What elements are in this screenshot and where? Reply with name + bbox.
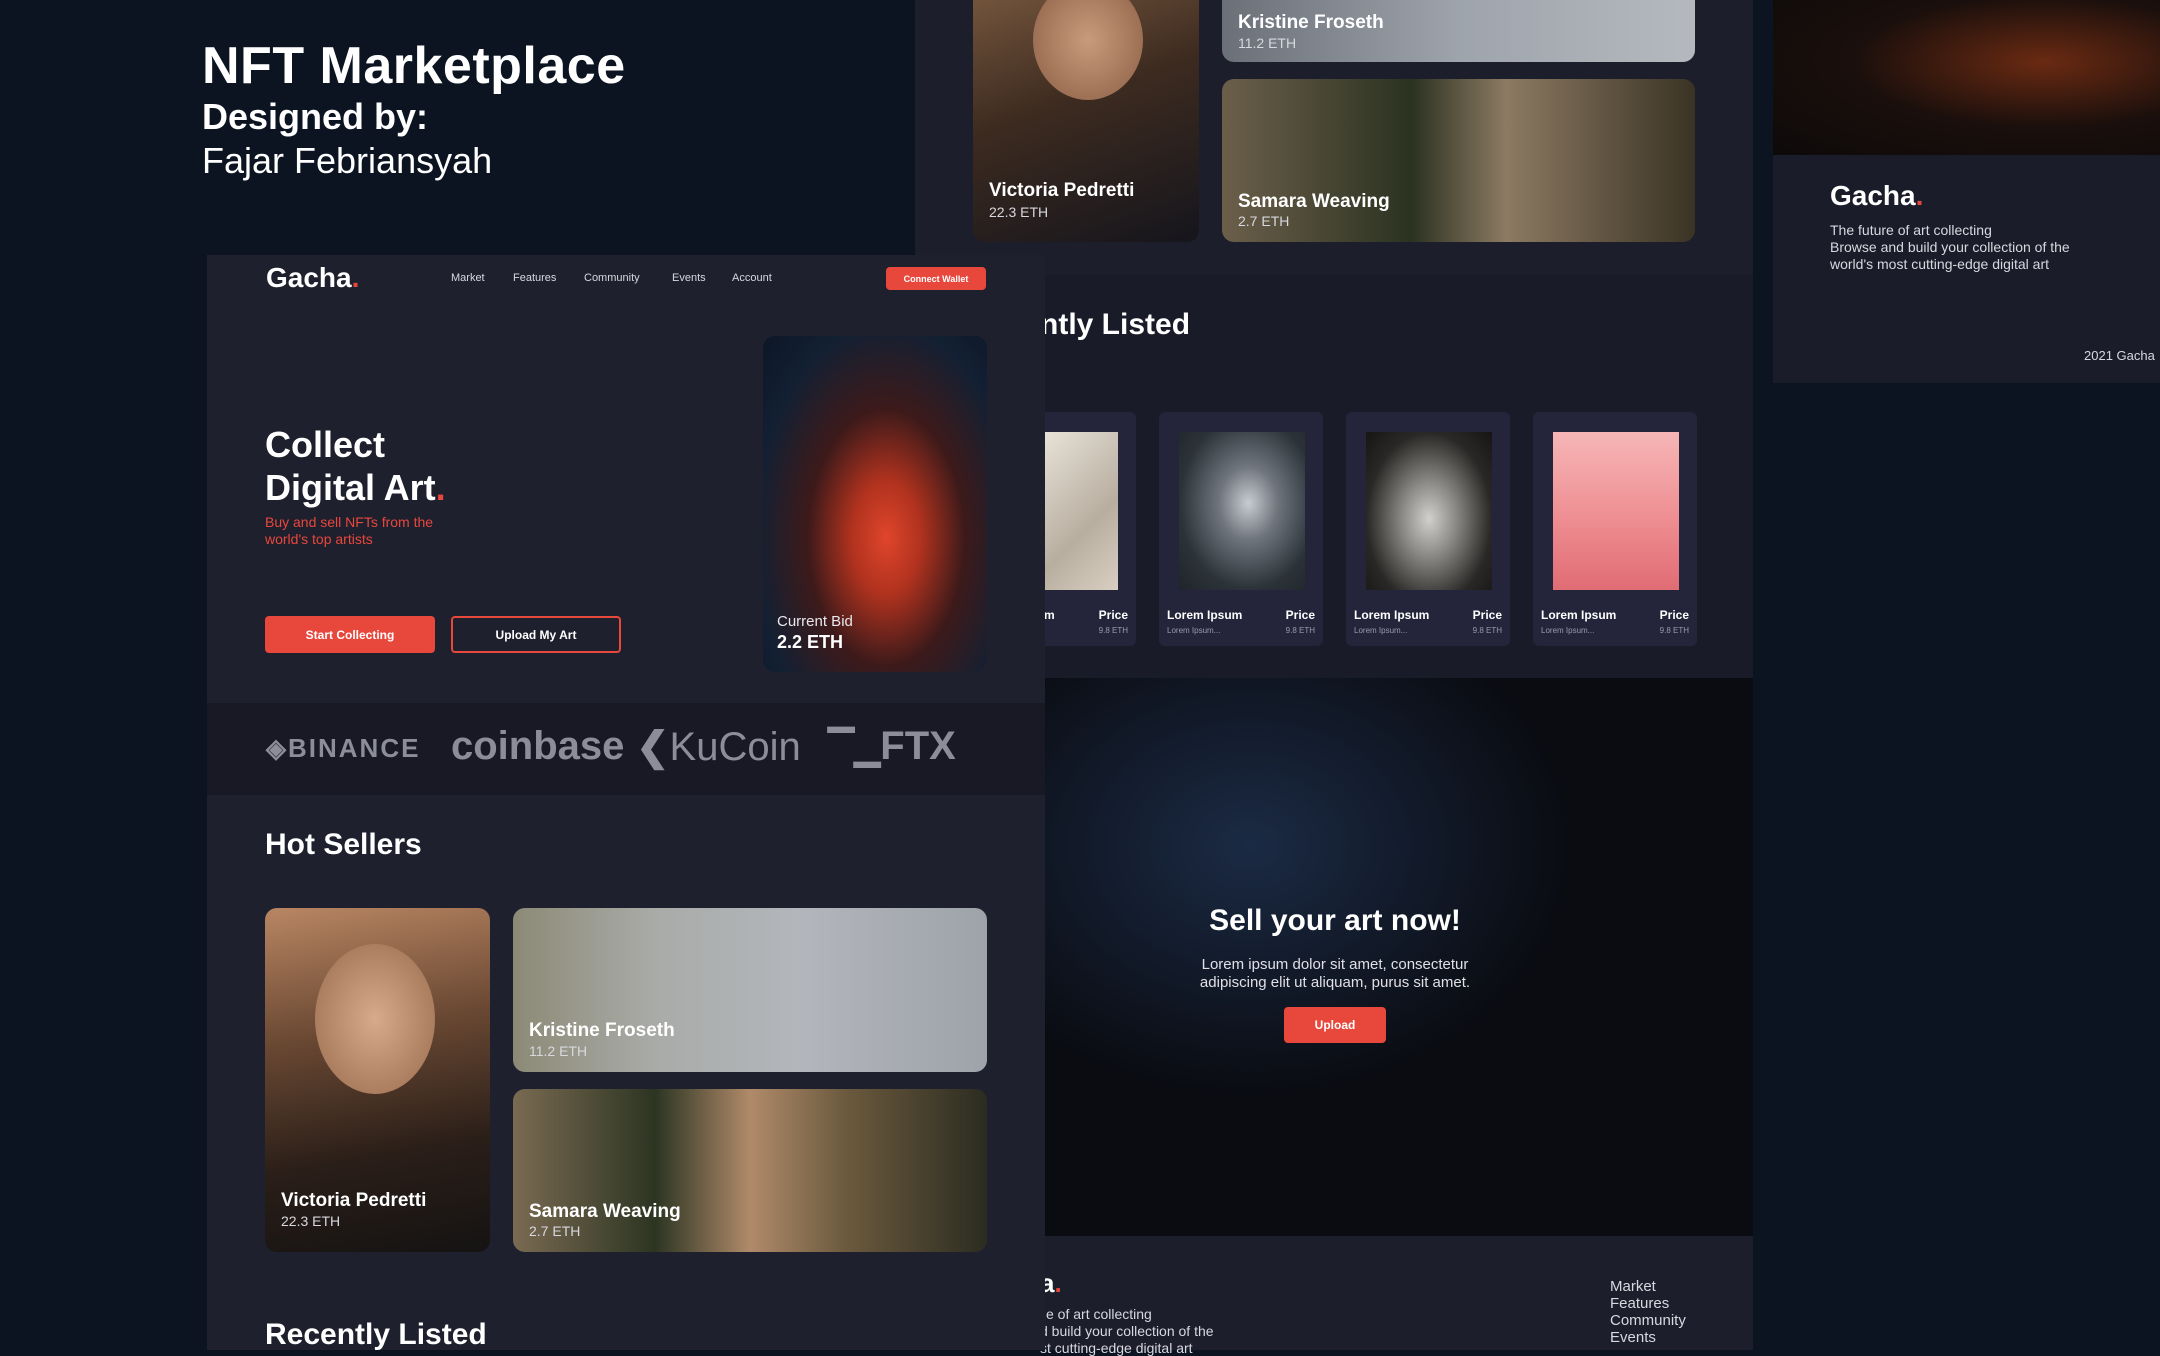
ftx-logo: ▔▁FTX	[828, 724, 956, 768]
author-name: Fajar Febriansyah	[202, 140, 493, 181]
hero-subtitle: Buy and sell NFTs from the world's top a…	[265, 514, 434, 547]
kucoin-icon: ❮	[636, 725, 670, 769]
listing-name: Lorem Ipsum	[1167, 608, 1243, 622]
listing-sub: Lorem Ipsum...	[1354, 626, 1408, 635]
listing-name: m	[1044, 608, 1055, 622]
hot-seller-card[interactable]: Victoria Pedretti 22.3 ETH	[265, 908, 490, 1252]
nav-community[interactable]: Community	[584, 272, 640, 284]
hot-seller-card[interactable]: Kristine Froseth 11.2 ETH	[513, 908, 987, 1072]
footer-line-3: st cutting-edge digital art	[1040, 1340, 1193, 1356]
listing-price: 9.8 ETH	[1659, 626, 1689, 635]
ftx-icon: ▔▁	[828, 729, 881, 767]
hot-seller-card-top-3[interactable]: Samara Weaving 2.7 ETH	[1222, 79, 1695, 242]
hot-seller-name: Kristine Froseth	[1238, 12, 1384, 33]
upload-my-art-button[interactable]: Upload My Art	[451, 616, 621, 653]
sell-heading: Sell your art now!	[1209, 904, 1461, 937]
nav-events[interactable]: Events	[672, 272, 706, 284]
binance-icon: ◈	[266, 733, 288, 763]
footer-link-events[interactable]: Events	[1610, 1329, 1656, 1346]
hero-title-line-1: Collect	[265, 424, 386, 465]
hot-seller-price: 22.3 ETH	[281, 1213, 341, 1229]
sell-body-1: Lorem ipsum dolor sit amet, consectetur	[1201, 956, 1469, 973]
listing-price: 9.8 ETH	[1285, 626, 1315, 635]
current-bid-label: Current Bid	[777, 613, 853, 630]
hot-seller-price: 11.2 ETH	[1238, 35, 1297, 51]
listing-price-label: Price	[1098, 608, 1128, 622]
footer-line-2: d build your collection of the	[1040, 1323, 1214, 1339]
hot-seller-name: Victoria Pedretti	[989, 180, 1135, 201]
right-footer-line-1: The future of art collecting	[1830, 222, 1992, 238]
kucoin-logo: ❮KuCoin	[636, 725, 801, 769]
hot-seller-card[interactable]: Samara Weaving 2.7 ETH	[513, 1089, 987, 1252]
recently-listed-heading-partial: ntly Listed	[1040, 308, 1191, 341]
listing-card[interactable]: Lorem Ipsum Lorem Ipsum... Price 9.8 ETH	[1533, 412, 1697, 646]
footer-line-1: e of art collecting	[1046, 1306, 1152, 1322]
designed-by-label: Designed by:	[202, 96, 429, 137]
footer-link-community[interactable]: Community	[1610, 1312, 1686, 1329]
upload-button[interactable]: Upload	[1284, 1007, 1386, 1043]
listing-sub: Lorem Ipsum...	[1167, 626, 1221, 635]
hot-seller-card-top-2[interactable]: Kristine Froseth 11.2 ETH	[1222, 0, 1695, 62]
listing-card[interactable]: Lorem Ipsum Lorem Ipsum... Price 9.8 ETH	[1159, 412, 1323, 646]
recently-listed-heading: Recently Listed	[265, 1318, 487, 1351]
right-footer-line-3: world's most cutting-edge digital art	[1830, 256, 2049, 272]
hot-sellers-heading: Hot Sellers	[265, 828, 422, 861]
hot-seller-price: 2.7 ETH	[1238, 213, 1290, 229]
binance-logo: ◈BINANCE	[266, 733, 421, 763]
right-footer-line-2: Browse and build your collection of the	[1830, 239, 2070, 255]
listing-sub: Lorem Ipsum...	[1541, 626, 1595, 635]
copyright: 2021 Gacha	[2084, 348, 2155, 363]
listing-name: Lorem Ipsum	[1354, 608, 1430, 622]
right-footer-brand: Gacha.	[1830, 180, 1924, 211]
connect-wallet-button[interactable]: Connect Wallet	[886, 267, 986, 290]
nav-account[interactable]: Account	[732, 272, 772, 284]
current-bid-value: 2.2 ETH	[777, 632, 844, 652]
coinbase-logo: coinbase	[451, 724, 625, 768]
start-collecting-button[interactable]: Start Collecting	[265, 616, 435, 653]
listing-price-label: Price	[1659, 608, 1689, 622]
featured-art-card[interactable]: Current Bid 2.2 ETH	[763, 336, 987, 672]
hero-title-line-2: Digital Art.	[265, 467, 446, 508]
hot-seller-price: 22.3 ETH	[989, 204, 1049, 220]
listing-name: Lorem Ipsum	[1541, 608, 1617, 622]
nav-market[interactable]: Market	[451, 272, 485, 284]
listing-price: 9.8 ETH	[1472, 626, 1502, 635]
sell-body-2: adipiscing elit ut aliquam, purus sit am…	[1199, 974, 1471, 991]
footer-link-market[interactable]: Market	[1610, 1278, 1656, 1295]
hot-seller-name: Victoria Pedretti	[281, 1190, 427, 1211]
hot-seller-price: 2.7 ETH	[529, 1223, 581, 1239]
hot-seller-card-top-1[interactable]: Victoria Pedretti 22.3 ETH	[973, 0, 1199, 242]
hot-seller-name: Kristine Froseth	[529, 1020, 675, 1041]
listing-price-label: Price	[1472, 608, 1502, 622]
hot-seller-price: 11.2 ETH	[529, 1043, 588, 1059]
hot-seller-name: Samara Weaving	[1238, 191, 1390, 212]
listing-card[interactable]: Lorem Ipsum Lorem Ipsum... Price 9.8 ETH	[1346, 412, 1510, 646]
hot-seller-name: Samara Weaving	[529, 1201, 681, 1222]
site-logo[interactable]: Gacha.	[266, 262, 359, 294]
listing-price: 9.8 ETH	[1098, 626, 1128, 635]
footer-link-features[interactable]: Features	[1610, 1295, 1669, 1312]
showcase-title: NFT Marketplace	[202, 37, 626, 95]
nav-features[interactable]: Features	[513, 272, 556, 284]
right-hero-image	[1773, 0, 2160, 155]
listing-price-label: Price	[1285, 608, 1315, 622]
